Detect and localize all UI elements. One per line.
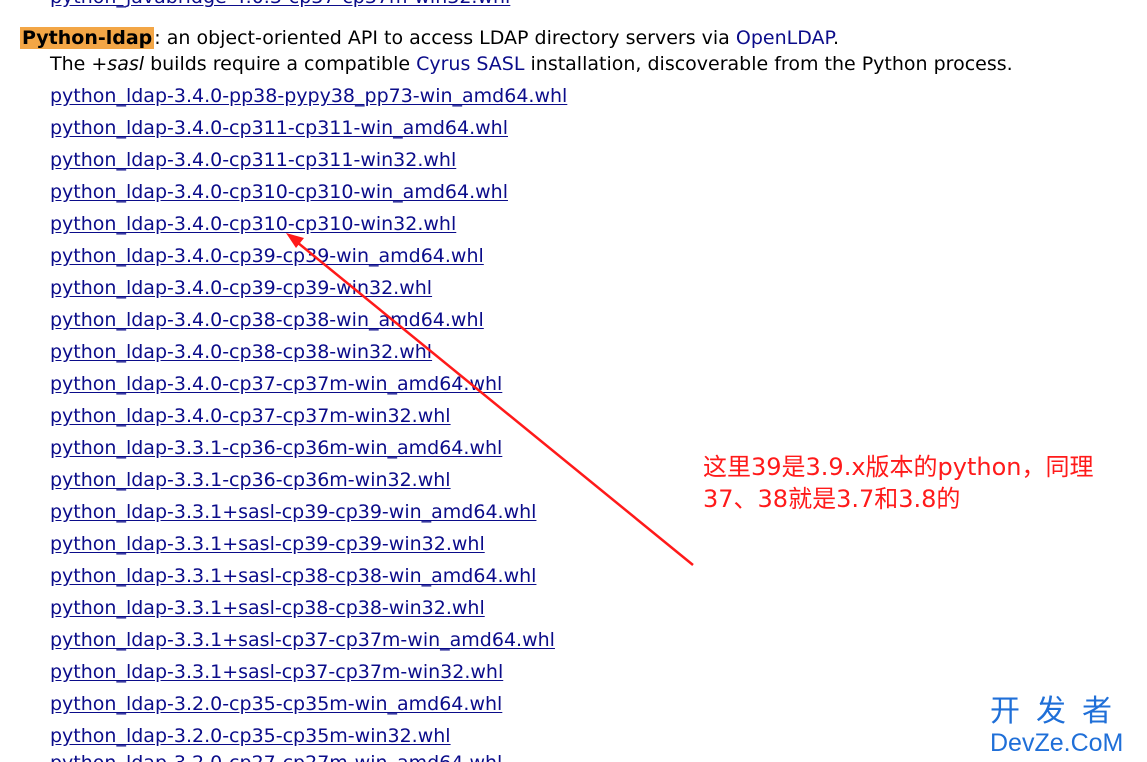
wheel-link[interactable]: python_ldap-3.4.0-cp38-cp38-win_amd64.wh…	[50, 309, 484, 331]
sasl-note-suffix: installation, discoverable from the Pyth…	[524, 53, 1013, 75]
list-item: python_ldap-3.4.0-cp310-cp310-win32.whl	[50, 210, 567, 242]
wheel-link[interactable]: python_ldap-3.4.0-cp39-cp39-win32.whl	[50, 277, 432, 299]
package-header: Python-ldap: an object-oriented API to a…	[20, 24, 839, 52]
sasl-term: +sasl	[91, 53, 145, 75]
wheel-link[interactable]: python_ldap-3.4.0-cp311-cp311-win32.whl	[50, 149, 456, 171]
wheel-link[interactable]: python_ldap-3.4.0-pp38-pypy38_pp73-win_a…	[50, 85, 567, 107]
list-item: python_ldap-3.3.1+sasl-cp39-cp39-win_amd…	[50, 498, 567, 530]
package-description-end: .	[833, 27, 840, 49]
list-item: python_ldap-3.3.1+sasl-cp38-cp38-win_amd…	[50, 562, 567, 594]
list-item: python_ldap-3.4.0-pp38-pypy38_pp73-win_a…	[50, 82, 567, 114]
sasl-note-middle: builds require a compatible	[144, 53, 417, 75]
list-item: python_ldap-3.4.0-cp38-cp38-win_amd64.wh…	[50, 306, 567, 338]
wheel-link[interactable]: python_ldap-3.3.1+sasl-cp37-cp37m-win_am…	[50, 629, 555, 651]
wheel-link[interactable]: python_ldap-3.4.0-cp39-cp39-win_amd64.wh…	[50, 245, 484, 267]
previous-entry-link-cut[interactable]: python_javabridge-4.0.3-cp37-cp37m-win32…	[50, 0, 510, 7]
package-description: : an object-oriented API to access LDAP …	[154, 27, 736, 49]
list-item: python_ldap-3.3.1+sasl-cp39-cp39-win32.w…	[50, 530, 567, 562]
list-item: python_ldap-3.3.1-cp36-cp36m-win_amd64.w…	[50, 434, 567, 466]
list-item: python_ldap-3.4.0-cp38-cp38-win32.whl	[50, 338, 567, 370]
wheel-link[interactable]: python_ldap-3.3.1+sasl-cp39-cp39-win32.w…	[50, 533, 485, 555]
list-item: python_ldap-3.4.0-cp311-cp311-win_amd64.…	[50, 114, 567, 146]
annotation-line-1: 这里39是3.9.x版本的python，同理	[703, 453, 1094, 481]
wheel-link[interactable]: python_ldap-3.3.1-cp36-cp36m-win_amd64.w…	[50, 437, 502, 459]
sasl-note-prefix: The	[50, 53, 92, 75]
wheel-link[interactable]: python_ldap-3.4.0-cp37-cp37m-win32.whl	[50, 405, 451, 427]
list-item: python_ldap-3.4.0-cp37-cp37m-win32.whl	[50, 402, 567, 434]
next-entry-link-cut[interactable]: python_ldap-3.2.0-cp27-cp27m-win_amd64.w…	[50, 754, 502, 762]
previous-entry-link[interactable]: python_javabridge-4.0.3-cp37-cp37m-win32…	[50, 0, 510, 8]
wheel-link[interactable]: python_ldap-3.3.1+sasl-cp37-cp37m-win32.…	[50, 661, 503, 683]
list-item: python_ldap-3.4.0-cp311-cp311-win32.whl	[50, 146, 567, 178]
wheel-link[interactable]: python_ldap-3.4.0-cp310-cp310-win32.whl	[50, 213, 456, 235]
watermark-english: DevZe.CoM	[990, 729, 1124, 757]
wheel-link[interactable]: python_ldap-3.3.1+sasl-cp38-cp38-win32.w…	[50, 597, 485, 619]
next-entry-link[interactable]: python_ldap-3.2.0-cp27-cp27m-win_amd64.w…	[50, 752, 502, 762]
list-item: python_ldap-3.4.0-cp39-cp39-win32.whl	[50, 274, 567, 306]
wheel-link-list: python_ldap-3.4.0-pp38-pypy38_pp73-win_a…	[50, 82, 567, 754]
wheel-link[interactable]: python_ldap-3.3.1+sasl-cp38-cp38-win_amd…	[50, 565, 536, 587]
list-item: python_ldap-3.4.0-cp39-cp39-win_amd64.wh…	[50, 242, 567, 274]
list-item: python_ldap-3.3.1+sasl-cp37-cp37m-win32.…	[50, 658, 567, 690]
wheel-link[interactable]: python_ldap-3.4.0-cp310-cp310-win_amd64.…	[50, 181, 508, 203]
sasl-note: The +sasl builds require a compatible Cy…	[50, 50, 1013, 78]
wheel-link[interactable]: python_ldap-3.3.1-cp36-cp36m-win32.whl	[50, 469, 451, 491]
list-item: python_ldap-3.4.0-cp37-cp37m-win_amd64.w…	[50, 370, 567, 402]
watermark-chinese: 开发者	[990, 694, 1128, 729]
watermark-logo: 开发者 DevZe.CoM	[990, 694, 1140, 758]
list-item: python_ldap-3.2.0-cp35-cp35m-win32.whl	[50, 722, 567, 754]
cyrus-sasl-link[interactable]: Cyrus SASL	[416, 53, 524, 75]
annotation-text: 这里39是3.9.x版本的python，同理 37、38就是3.7和3.8的	[703, 451, 1094, 515]
wheel-link[interactable]: python_ldap-3.3.1+sasl-cp39-cp39-win_amd…	[50, 501, 536, 523]
list-item: python_ldap-3.3.1+sasl-cp37-cp37m-win_am…	[50, 626, 567, 658]
wheel-link[interactable]: python_ldap-3.4.0-cp311-cp311-win_amd64.…	[50, 117, 508, 139]
list-item: python_ldap-3.3.1+sasl-cp38-cp38-win32.w…	[50, 594, 567, 626]
openldap-link[interactable]: OpenLDAP	[736, 27, 833, 49]
list-item: python_ldap-3.2.0-cp35-cp35m-win_amd64.w…	[50, 690, 567, 722]
wheel-link[interactable]: python_ldap-3.4.0-cp37-cp37m-win_amd64.w…	[50, 373, 502, 395]
annotation-line-2: 37、38就是3.7和3.8的	[703, 485, 961, 513]
wheel-link[interactable]: python_ldap-3.2.0-cp35-cp35m-win_amd64.w…	[50, 693, 502, 715]
package-name: Python-ldap	[20, 27, 155, 49]
wheel-link[interactable]: python_ldap-3.2.0-cp35-cp35m-win32.whl	[50, 725, 451, 747]
list-item: python_ldap-3.4.0-cp310-cp310-win_amd64.…	[50, 178, 567, 210]
wheel-link[interactable]: python_ldap-3.4.0-cp38-cp38-win32.whl	[50, 341, 432, 363]
list-item: python_ldap-3.3.1-cp36-cp36m-win32.whl	[50, 466, 567, 498]
